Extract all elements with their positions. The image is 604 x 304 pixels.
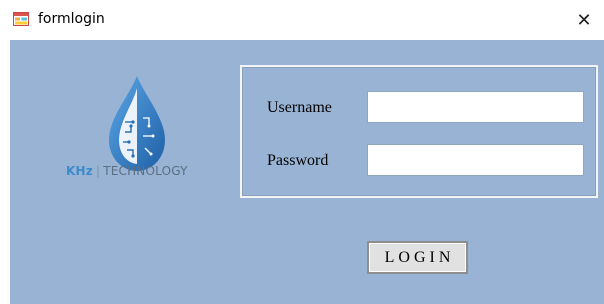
title-bar: formlogin ✕ [0,0,604,40]
username-input[interactable] [367,91,584,123]
logo-wordmark: KHz | TECHNOLOGY [66,164,206,178]
app-form-icon [13,12,29,26]
username-label: Username [267,99,332,116]
window-title: formlogin [38,11,105,27]
password-input[interactable] [367,144,584,176]
logo-brand: KHz [66,164,93,178]
logo-name: TECHNOLOGY [103,164,188,178]
login-button[interactable]: LOGIN [367,241,468,274]
close-icon: ✕ [576,9,592,31]
logo-separator: | [95,164,101,178]
close-button[interactable]: ✕ [564,0,604,40]
credentials-group: Username Password [240,65,598,198]
password-label: Password [267,152,329,169]
form-client-area: KHz | TECHNOLOGY Username Password LOGIN [10,40,604,304]
